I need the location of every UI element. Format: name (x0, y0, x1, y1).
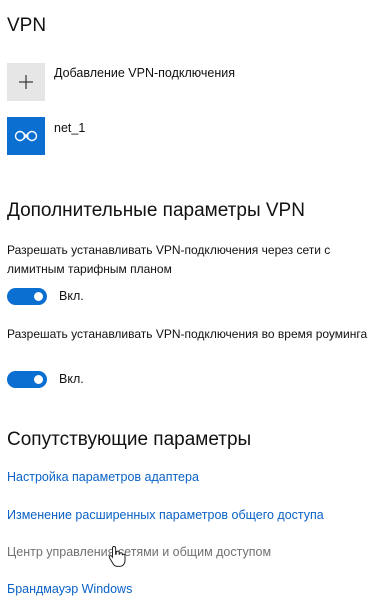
hand-pointer-icon (108, 545, 126, 567)
toggle-knob (34, 375, 43, 384)
plus-icon (19, 75, 33, 89)
windows-firewall-link[interactable]: Брандмауэр Windows (7, 582, 132, 596)
toggle-knob (34, 292, 43, 301)
roaming-toggle[interactable] (7, 371, 47, 388)
roaming-toggle-state: Вкл. (59, 372, 84, 386)
related-settings-title: Сопутствующие параметры (7, 429, 252, 450)
network-sharing-center-link[interactable]: Центр управления сетями и общим доступом (7, 545, 271, 559)
advanced-section-title: Дополнительные параметры VPN (7, 200, 305, 221)
metered-toggle-state: Вкл. (59, 289, 84, 303)
metered-networks-toggle[interactable] (7, 288, 47, 305)
add-vpn-tile[interactable] (7, 63, 45, 101)
advanced-sharing-link[interactable]: Изменение расширенных параметров общего … (7, 508, 324, 522)
roaming-description: Разрешать устанавливать VPN-подключения … (7, 327, 368, 341)
add-vpn-connection-label[interactable]: Добавление VPN-подключения (54, 66, 235, 80)
metered-networks-description: Разрешать устанавливать VPN-подключения … (7, 243, 331, 276)
vpn-settings-page: VPN Добавление VPN-подключения net_1 Доп… (0, 0, 385, 610)
vpn-section-title: VPN (7, 15, 47, 36)
vpn-connection-name[interactable]: net_1 (54, 121, 85, 135)
adapter-settings-link[interactable]: Настройка параметров адаптера (7, 470, 199, 484)
vpn-connection-icon (14, 130, 38, 142)
vpn-connection-tile[interactable] (7, 117, 45, 155)
